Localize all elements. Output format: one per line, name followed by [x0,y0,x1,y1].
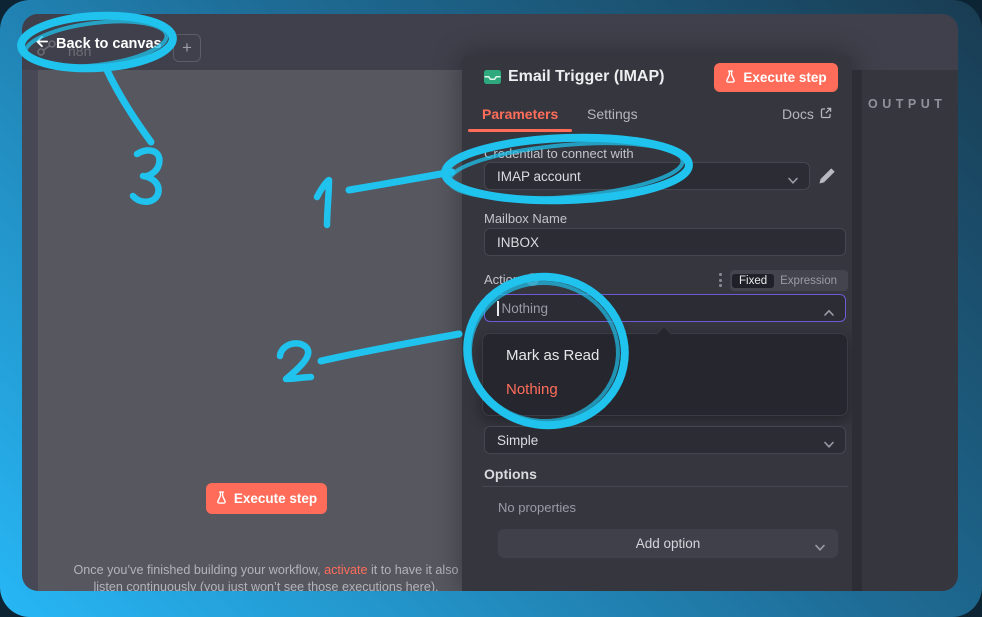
help-question-icon[interactable]: ? [526,273,539,286]
options-divider [482,486,848,487]
tab-parameters[interactable]: Parameters [482,106,558,122]
credential-label: Credential to connect with [484,146,634,161]
dropdown-caret [657,326,671,340]
dropdown-option-nothing-selected[interactable]: Nothing [506,381,558,398]
panel-execute-step-button[interactable]: Execute step [714,63,838,92]
flask-icon [216,491,227,507]
mode-fixed-button[interactable]: Fixed [732,274,774,288]
activate-note: Once you’ve finished building your workf… [66,562,466,591]
canvas-execute-step-label: Execute step [234,491,317,506]
active-tab-underline [468,129,572,132]
format-value: Simple [497,433,538,448]
panel-divider [852,70,862,591]
mode-expression-button[interactable]: Expression [774,274,843,288]
tab-settings[interactable]: Settings [587,106,638,122]
docs-link[interactable]: Docs [782,106,832,122]
flask-icon [725,70,736,86]
dropdown-option-mark-as-read[interactable]: Mark as Read [506,347,599,364]
text-cursor [497,301,499,316]
canvas-execute-step-button[interactable]: Execute step [206,483,327,514]
gradient-frame: n8n Back to canvas + Execute step Once [0,0,982,617]
chevron-down-icon [814,540,826,555]
parameter-options-dots-icon[interactable] [716,273,725,287]
action-field-row: Action ? Fixed Expression [484,272,848,290]
fixed-expression-toggle: Fixed Expression [730,270,848,291]
node-details-panel: Email Trigger (IMAP) Execute step Parame… [462,55,852,591]
mailbox-value: INBOX [497,235,539,250]
format-select[interactable]: Simple [484,426,846,454]
add-option-button[interactable]: Add option [498,529,838,558]
output-panel-title: OUTPUT [868,97,958,111]
credential-select[interactable]: IMAP account [484,162,810,190]
node-panel-header: Email Trigger (IMAP) Execute step [462,55,852,101]
action-select-focused[interactable]: Nothing [484,294,846,322]
activate-link[interactable]: activate [324,563,367,577]
back-to-canvas-button[interactable]: Back to canvas [34,34,162,53]
action-dropdown-menu: Mark as Read Nothing [482,333,848,416]
note-text-pre: Once you’ve finished building your workf… [73,563,324,577]
action-value: Nothing [502,301,549,316]
chevron-down-icon [787,173,799,188]
panel-tabs: Parameters Settings Docs [462,101,852,131]
plus-icon: + [182,38,192,58]
back-to-canvas-label: Back to canvas [56,36,162,52]
chevron-down-icon [823,437,835,452]
output-panel: OUTPUT [862,70,958,591]
mailbox-label: Mailbox Name [484,211,567,226]
external-link-icon [820,106,832,122]
app-window: n8n Back to canvas + Execute step Once [22,14,958,591]
no-properties-text: No properties [498,500,576,515]
chevron-up-icon [823,305,835,320]
docs-label: Docs [782,106,814,122]
back-arrow-icon [34,34,49,53]
edit-credential-pencil-icon[interactable] [818,167,838,187]
credential-value: IMAP account [497,169,581,184]
email-inbox-icon [483,69,502,90]
new-tab-button[interactable]: + [173,34,201,62]
mailbox-name-input[interactable]: INBOX [484,228,846,256]
options-section-label: Options [484,466,537,482]
node-title: Email Trigger (IMAP) [508,68,664,86]
add-option-label: Add option [636,536,701,551]
panel-execute-step-label: Execute step [743,70,826,85]
action-label: Action [484,272,520,287]
